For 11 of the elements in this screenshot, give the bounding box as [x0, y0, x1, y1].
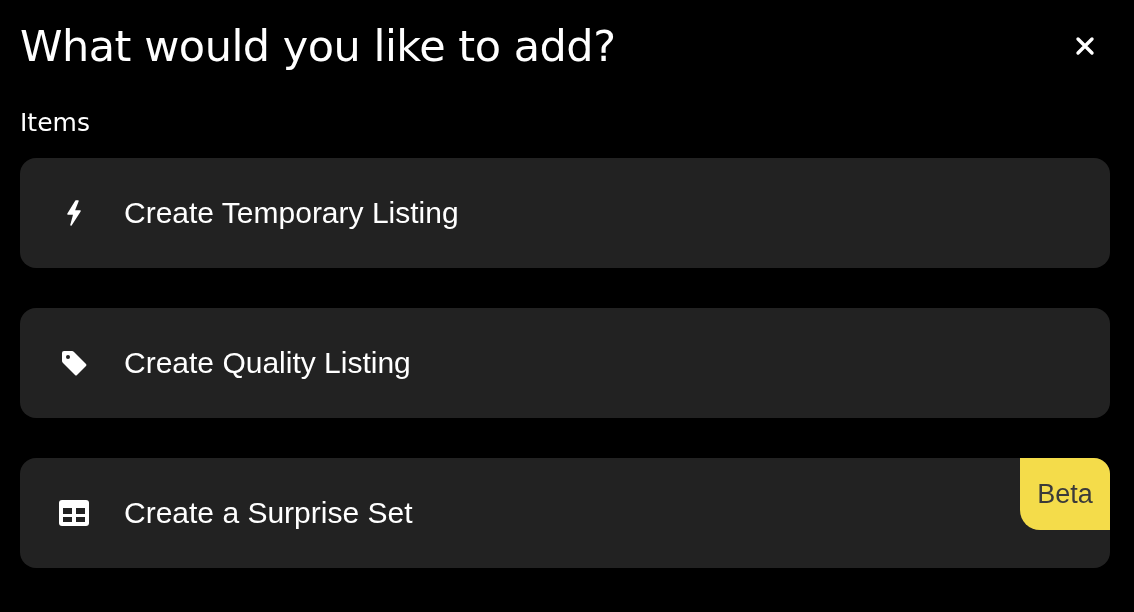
section-heading: Items — [20, 107, 91, 139]
option-label: Create a Surprise Set — [124, 496, 413, 530]
option-card[interactable]: Create Quality Listing — [20, 308, 1110, 418]
beta-badge: Beta — [1020, 458, 1110, 530]
option-card[interactable]: Create Temporary Listing — [20, 158, 1110, 268]
option-label: Create Temporary Listing — [124, 196, 459, 230]
option-label: Create Quality Listing — [124, 346, 411, 380]
table-icon — [58, 499, 90, 527]
option-card[interactable]: Create a Surprise Set Beta — [20, 458, 1110, 568]
close-icon — [1074, 35, 1096, 57]
dialog-title: What would you like to add? — [20, 20, 616, 73]
